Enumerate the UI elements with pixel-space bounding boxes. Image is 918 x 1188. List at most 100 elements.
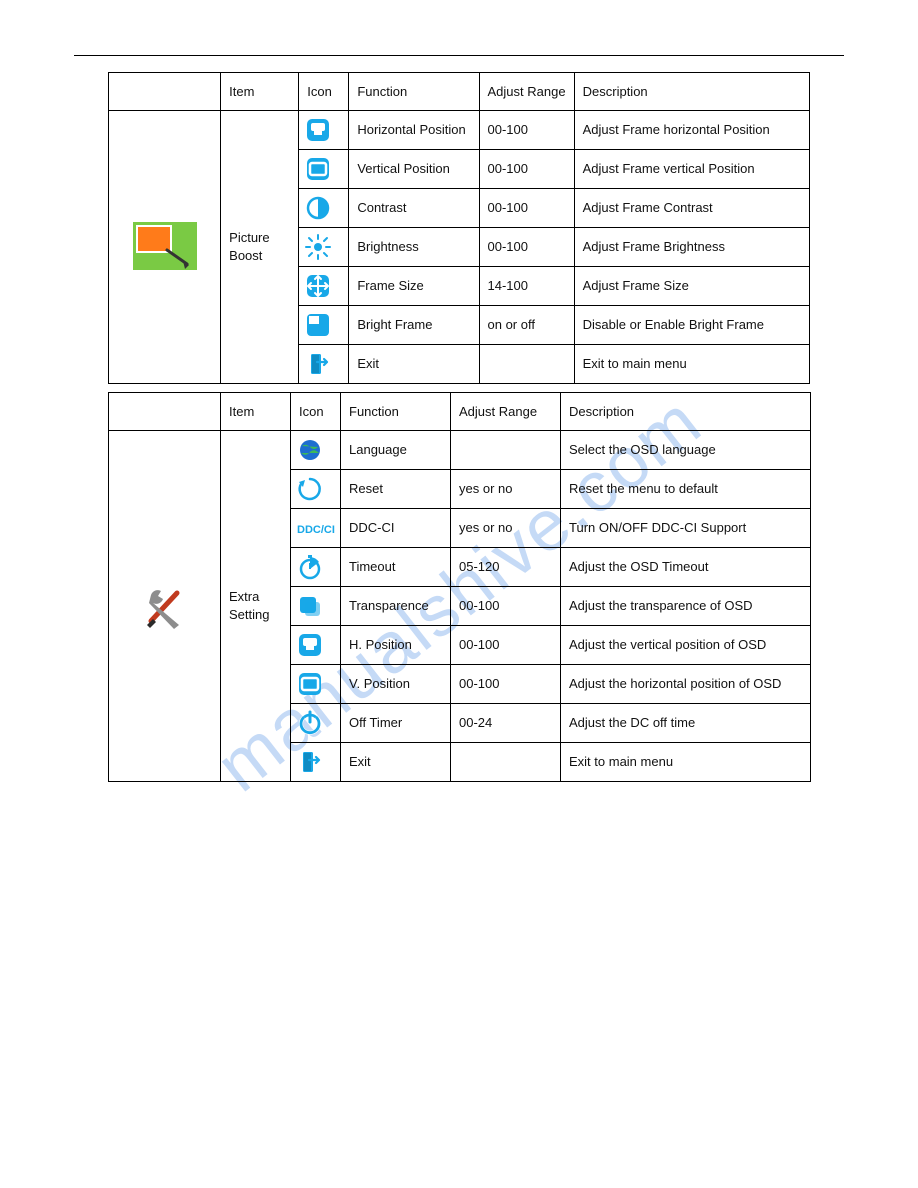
desc-cell: Adjust the transparence of OSD xyxy=(561,587,811,626)
range-cell xyxy=(451,431,561,470)
icon-cell xyxy=(291,470,341,509)
reset-icon xyxy=(297,476,323,502)
icon-cell xyxy=(291,548,341,587)
header-desc: Description xyxy=(561,393,811,431)
frame-size-icon xyxy=(305,273,331,299)
range-cell xyxy=(479,345,574,384)
ddc-ci-icon xyxy=(297,515,337,541)
function-cell: Bright Frame xyxy=(349,306,479,345)
header-item: Item xyxy=(221,73,299,111)
range-cell: 00-100 xyxy=(479,111,574,150)
document-page: manualshive.com Item Icon Function Adjus… xyxy=(0,0,918,1188)
desc-cell: Adjust Frame horizontal Position xyxy=(574,111,809,150)
function-cell: H. Position xyxy=(341,626,451,665)
function-cell: Contrast xyxy=(349,189,479,228)
function-cell: Timeout xyxy=(341,548,451,587)
function-cell: Vertical Position xyxy=(349,150,479,189)
picture-boost-icon xyxy=(133,222,197,270)
desc-cell: Disable or Enable Bright Frame xyxy=(574,306,809,345)
range-cell: 00-100 xyxy=(479,228,574,267)
function-cell: Language xyxy=(341,431,451,470)
icon-cell xyxy=(299,267,349,306)
header-range: Adjust Range xyxy=(479,73,574,111)
range-cell: 00-100 xyxy=(451,665,561,704)
icon-cell xyxy=(291,704,341,743)
desc-cell: Adjust the vertical position of OSD xyxy=(561,626,811,665)
header-icon: Icon xyxy=(291,393,341,431)
exit-icon xyxy=(305,351,331,377)
range-cell: on or off xyxy=(479,306,574,345)
function-cell: Reset xyxy=(341,470,451,509)
exit-icon xyxy=(297,749,323,775)
table-row: Item Icon Function Adjust Range Descript… xyxy=(109,393,811,431)
header-empty xyxy=(109,73,221,111)
vertical-position-icon xyxy=(305,156,331,182)
table-extra-setting: Item Icon Function Adjust Range Descript… xyxy=(108,392,811,782)
icon-cell xyxy=(299,228,349,267)
icon-cell xyxy=(291,743,341,782)
desc-cell: Adjust Frame Contrast xyxy=(574,189,809,228)
item-cell: Picture Boost xyxy=(221,111,299,384)
desc-cell: Adjust the DC off time xyxy=(561,704,811,743)
category-cell-extra-setting xyxy=(109,431,221,782)
header-item: Item xyxy=(221,393,291,431)
transparence-icon xyxy=(297,593,323,619)
function-cell: Off Timer xyxy=(341,704,451,743)
horizontal-position-icon xyxy=(305,117,331,143)
function-cell: Horizontal Position xyxy=(349,111,479,150)
language-icon xyxy=(297,437,323,463)
range-cell: 00-100 xyxy=(479,150,574,189)
header-empty xyxy=(109,393,221,431)
icon-cell xyxy=(291,509,341,548)
desc-cell: Adjust the horizontal position of OSD xyxy=(561,665,811,704)
range-cell: 05-120 xyxy=(451,548,561,587)
brightness-icon xyxy=(305,234,331,260)
icon-cell xyxy=(299,150,349,189)
icon-cell xyxy=(299,189,349,228)
desc-cell: Turn ON/OFF DDC-CI Support xyxy=(561,509,811,548)
table-row: Picture Boost Horizontal Position 00-100… xyxy=(109,111,810,150)
function-cell: Frame Size xyxy=(349,267,479,306)
contrast-icon xyxy=(305,195,331,221)
header-function: Function xyxy=(341,393,451,431)
top-rule xyxy=(74,55,844,56)
item-cell: Extra Setting xyxy=(221,431,291,782)
function-cell: Exit xyxy=(341,743,451,782)
header-desc: Description xyxy=(574,73,809,111)
icon-cell xyxy=(291,665,341,704)
desc-cell: Exit to main menu xyxy=(561,743,811,782)
function-cell: V. Position xyxy=(341,665,451,704)
range-cell: 00-24 xyxy=(451,704,561,743)
off-timer-icon xyxy=(297,710,323,736)
tables-wrap: Item Icon Function Adjust Range Descript… xyxy=(108,72,810,790)
table-row: Item Icon Function Adjust Range Descript… xyxy=(109,73,810,111)
range-cell: 14-100 xyxy=(479,267,574,306)
range-cell: yes or no xyxy=(451,470,561,509)
icon-cell xyxy=(299,111,349,150)
desc-cell: Adjust the OSD Timeout xyxy=(561,548,811,587)
function-cell: Brightness xyxy=(349,228,479,267)
desc-cell: Adjust Frame Brightness xyxy=(574,228,809,267)
table-row: Extra Setting Language Select the OSD la… xyxy=(109,431,811,470)
range-cell: 00-100 xyxy=(479,189,574,228)
header-function: Function xyxy=(349,73,479,111)
table-picture-boost: Item Icon Function Adjust Range Descript… xyxy=(108,72,810,384)
range-cell: yes or no xyxy=(451,509,561,548)
icon-cell xyxy=(291,587,341,626)
category-cell-picture-boost xyxy=(109,111,221,384)
v-position-icon xyxy=(297,671,323,697)
range-cell: 00-100 xyxy=(451,626,561,665)
icon-cell xyxy=(299,345,349,384)
icon-cell xyxy=(291,626,341,665)
extra-setting-icon xyxy=(133,581,197,629)
icon-cell xyxy=(291,431,341,470)
desc-cell: Exit to main menu xyxy=(574,345,809,384)
range-cell xyxy=(451,743,561,782)
function-cell: Transparence xyxy=(341,587,451,626)
header-icon: Icon xyxy=(299,73,349,111)
icon-cell xyxy=(299,306,349,345)
range-cell: 00-100 xyxy=(451,587,561,626)
desc-cell: Adjust Frame vertical Position xyxy=(574,150,809,189)
desc-cell: Reset the menu to default xyxy=(561,470,811,509)
function-cell: DDC-CI xyxy=(341,509,451,548)
